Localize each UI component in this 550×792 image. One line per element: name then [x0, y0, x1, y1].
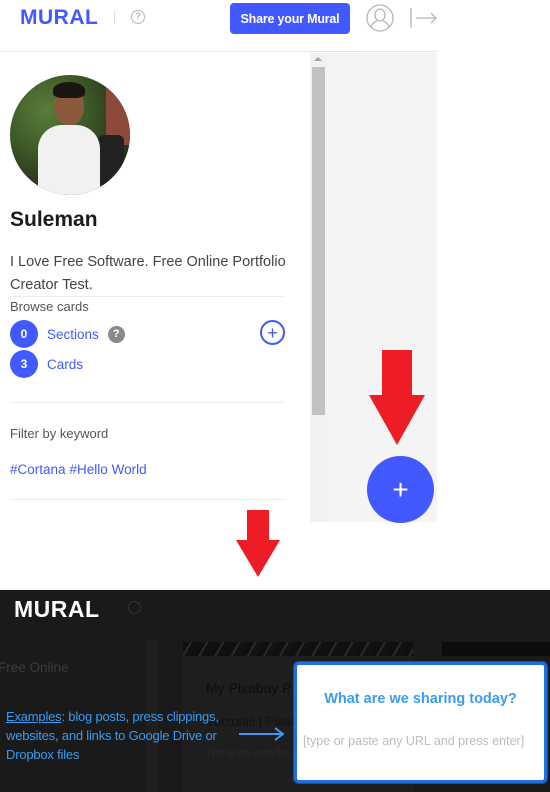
divider — [10, 296, 285, 297]
mural-canvas[interactable] — [327, 53, 437, 522]
sections-count-badge: 0 — [10, 320, 38, 348]
divider — [10, 499, 285, 500]
share-dialog: What are we sharing today? — [294, 662, 547, 783]
examples-link[interactable]: Examples — [6, 709, 62, 724]
dialog-title: What are we sharing today? — [324, 691, 517, 707]
cards-count-badge: 3 — [10, 350, 38, 378]
mural-logo[interactable]: MURAL — [20, 6, 98, 30]
add-section-button[interactable]: + — [260, 320, 285, 345]
dimmed-card-image — [183, 642, 413, 656]
dimmed-card-image — [442, 642, 550, 656]
profile-avatar — [10, 75, 130, 195]
filter-by-keyword-label: Filter by keyword — [10, 426, 109, 441]
user-avatar-icon[interactable] — [366, 4, 394, 32]
sections-row[interactable]: 0 Sections ? — [10, 320, 125, 348]
share-mural-button[interactable]: Share your Mural — [230, 3, 350, 34]
profile-bio: I Love Free Software. Free Online Portfo… — [10, 254, 286, 293]
dimmed-card-title: My Pixabay P — [206, 680, 292, 696]
profile-name: Suleman — [10, 208, 98, 231]
app-header: MURAL ? Share your Mural — [0, 0, 437, 52]
tag-cortana[interactable]: #Cortana — [10, 462, 66, 477]
mural-logo: MURAL — [14, 596, 100, 622]
logout-arrow-icon[interactable] — [410, 6, 438, 30]
divider — [10, 402, 285, 403]
profile-sidebar: Suleman I Love Free Software. Free Onlin… — [0, 53, 310, 522]
add-content-fab[interactable]: + — [367, 456, 434, 523]
scroll-up-arrow-icon[interactable] — [314, 57, 322, 61]
sections-help-icon[interactable]: ? — [107, 325, 125, 343]
question-circle-icon[interactable]: ? — [131, 10, 145, 24]
cards-row[interactable]: 3 Cards — [10, 350, 83, 378]
right-arrow-icon — [239, 727, 285, 741]
question-circle-icon — [128, 601, 141, 614]
header-divider — [114, 10, 115, 24]
examples-hint: Examples: blog posts, press clippings, w… — [6, 707, 246, 764]
red-down-arrow-icon — [236, 510, 280, 577]
sections-link[interactable]: Sections — [47, 327, 99, 342]
sidebar-scrollbar[interactable] — [310, 53, 327, 522]
keyword-tags: #Cortana #Hello World — [10, 462, 151, 477]
mural-share-overlay: MURAL Free Online My Pixabay P Vectonic … — [0, 590, 550, 792]
scroll-thumb[interactable] — [312, 67, 325, 415]
browse-cards-label: Browse cards — [10, 299, 89, 314]
red-down-arrow-icon — [369, 350, 425, 445]
tag-hello-world[interactable]: #Hello World — [70, 462, 147, 477]
cards-link[interactable]: Cards — [47, 357, 83, 372]
dimmed-bio-text: Free Online — [0, 660, 69, 675]
url-input[interactable] — [303, 729, 538, 753]
